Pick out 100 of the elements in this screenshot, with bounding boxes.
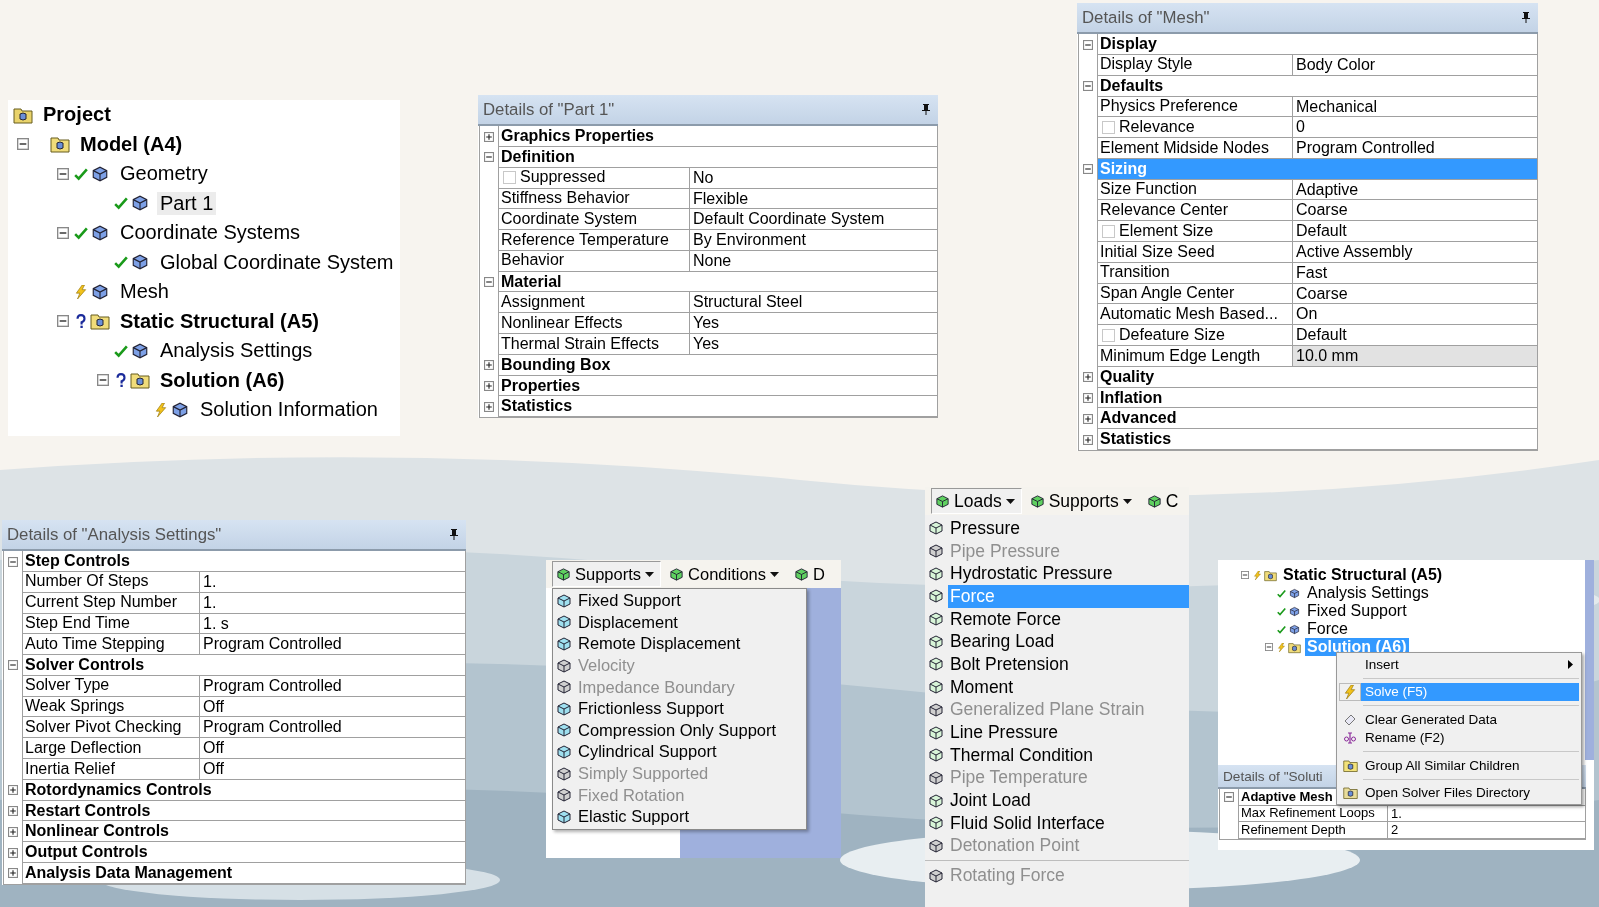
menu-item[interactable]: Line Pressure xyxy=(925,721,1189,744)
menu-item[interactable]: Open Solver Files Directory xyxy=(1339,783,1579,802)
menu-item[interactable]: Insert xyxy=(1339,655,1579,674)
expand-icon[interactable] xyxy=(8,785,18,796)
tree-item[interactable]: Model (A4) xyxy=(77,132,186,156)
tree-item[interactable]: Global Coordinate System xyxy=(157,250,397,274)
toolbar-button[interactable]: Supports xyxy=(1025,488,1139,514)
tree-item[interactable]: Solution (A6) xyxy=(157,368,288,392)
toolbar-button[interactable]: Supports xyxy=(552,561,662,587)
menu-item[interactable]: Joint Load xyxy=(925,789,1189,812)
group-header[interactable]: Advanced xyxy=(1097,408,1537,430)
menu-item[interactable]: Elastic Support xyxy=(553,805,807,828)
expand-icon[interactable] xyxy=(484,360,494,371)
collapse-icon[interactable] xyxy=(1265,643,1273,651)
group-header[interactable]: Properties xyxy=(498,375,937,397)
menu-item[interactable]: Thermal Condition xyxy=(925,743,1189,767)
expand-icon[interactable] xyxy=(8,826,18,837)
group-header[interactable]: Bounding Box xyxy=(498,354,937,376)
tree-item[interactable]: Static Structural (A5) xyxy=(117,309,322,333)
menu-item[interactable]: Group All Similar Children xyxy=(1339,756,1579,775)
tree-item[interactable]: Force xyxy=(1305,620,1350,638)
property-name: Thermal Strain Effects xyxy=(501,333,659,354)
toolbar-button[interactable]: C xyxy=(1142,488,1186,514)
toolbar-button[interactable]: Loads xyxy=(931,488,1022,514)
group-header[interactable]: Analysis Data Management xyxy=(22,863,465,884)
pin-icon[interactable] xyxy=(450,529,458,541)
group-header[interactable]: Defaults xyxy=(1097,75,1537,97)
group-header[interactable]: Solver Controls xyxy=(22,655,465,676)
collapse-icon[interactable] xyxy=(8,660,18,671)
menu-item[interactable]: Clear Generated Data xyxy=(1339,710,1579,729)
group-header[interactable]: Restart Controls xyxy=(22,800,465,822)
menu-item[interactable]: Compression Only Support xyxy=(553,719,807,742)
expand-icon[interactable] xyxy=(8,847,18,858)
tree-item[interactable]: Mesh xyxy=(117,280,172,304)
group-header[interactable]: Statistics xyxy=(1097,429,1537,451)
expand-icon[interactable] xyxy=(1083,372,1093,383)
tree-item[interactable]: Analysis Settings xyxy=(1305,584,1431,602)
toolbar-button[interactable]: D xyxy=(790,561,832,587)
collapse-icon[interactable] xyxy=(57,167,69,180)
collapse-icon[interactable] xyxy=(1083,39,1093,50)
group-header[interactable]: Graphics Properties xyxy=(498,126,937,147)
checkbox[interactable] xyxy=(1102,328,1115,342)
property-name: Reference Temperature xyxy=(501,229,669,250)
expand-icon[interactable] xyxy=(8,868,18,879)
collapse-icon[interactable] xyxy=(57,315,69,328)
group-header[interactable]: Output Controls xyxy=(22,842,465,864)
menu-item[interactable]: Fixed Support xyxy=(553,590,807,612)
group-header[interactable]: Inflation xyxy=(1097,387,1537,409)
pin-icon[interactable] xyxy=(922,104,930,116)
tree-item[interactable]: Analysis Settings xyxy=(157,339,316,363)
collapse-icon[interactable] xyxy=(8,556,18,567)
checkbox[interactable] xyxy=(1102,224,1115,238)
collapse-icon[interactable] xyxy=(1241,571,1249,579)
group-header[interactable]: Quality xyxy=(1097,366,1537,388)
tree-item[interactable]: Coordinate Systems xyxy=(117,221,304,245)
collapse-icon[interactable] xyxy=(484,277,494,288)
group-header[interactable]: Display xyxy=(1097,34,1537,55)
property-name: Large Deflection xyxy=(25,737,142,758)
collapse-icon[interactable] xyxy=(1083,81,1093,92)
tree-item[interactable]: Geometry xyxy=(117,162,211,186)
menu-item[interactable]: Bolt Pretension xyxy=(925,653,1189,676)
menu-item[interactable]: Displacement xyxy=(553,611,807,634)
menu-item[interactable]: Bearing Load xyxy=(925,630,1189,654)
group-header[interactable]: Definition xyxy=(498,146,937,168)
menu-item[interactable]: Moment xyxy=(925,675,1189,699)
group-header[interactable]: Nonlinear Controls xyxy=(22,821,465,843)
menu-item[interactable]: Rename (F2) xyxy=(1339,728,1579,747)
menu-item[interactable]: Hydrostatic Pressure xyxy=(925,562,1189,586)
menu-item[interactable]: Remote Displacement xyxy=(553,633,807,655)
expand-icon[interactable] xyxy=(1083,393,1093,404)
expand-icon[interactable] xyxy=(1083,413,1093,424)
tree-item[interactable]: Part 1 xyxy=(157,191,217,215)
collapse-icon[interactable] xyxy=(1083,164,1093,175)
collapse-icon[interactable] xyxy=(484,152,494,163)
expand-icon[interactable] xyxy=(484,131,494,142)
expand-icon[interactable] xyxy=(1083,434,1093,445)
collapse-icon[interactable] xyxy=(17,138,29,151)
menu-item[interactable]: Cylindrical Support xyxy=(553,741,807,763)
pin-icon[interactable] xyxy=(1522,12,1530,24)
tree-item[interactable]: Static Structural (A5) xyxy=(1281,566,1445,584)
expand-icon[interactable] xyxy=(8,806,18,817)
tree-item[interactable]: Project xyxy=(40,103,114,127)
collapse-icon[interactable] xyxy=(1224,792,1234,803)
tree-item[interactable]: Solution Information xyxy=(197,398,381,422)
group-header[interactable]: Rotordynamics Controls xyxy=(22,779,465,801)
checkbox[interactable] xyxy=(503,171,516,185)
menu-item[interactable]: Pressure xyxy=(925,517,1189,540)
group-header[interactable]: Statistics xyxy=(498,396,937,418)
checkbox[interactable] xyxy=(1102,120,1115,134)
menu-item[interactable]: Fluid Solid Interface xyxy=(925,811,1189,835)
collapse-icon[interactable] xyxy=(97,374,109,387)
expand-icon[interactable] xyxy=(484,381,494,392)
menu-item[interactable]: Frictionless Support xyxy=(553,697,807,720)
toolbar-button[interactable]: Conditions xyxy=(665,561,786,587)
group-header[interactable]: Material xyxy=(498,271,937,293)
collapse-icon[interactable] xyxy=(57,226,69,239)
expand-icon[interactable] xyxy=(484,401,494,412)
tree-item[interactable]: Fixed Support xyxy=(1305,602,1409,620)
group-header[interactable]: Step Controls xyxy=(22,551,465,572)
menu-item[interactable]: Remote Force xyxy=(925,607,1189,631)
